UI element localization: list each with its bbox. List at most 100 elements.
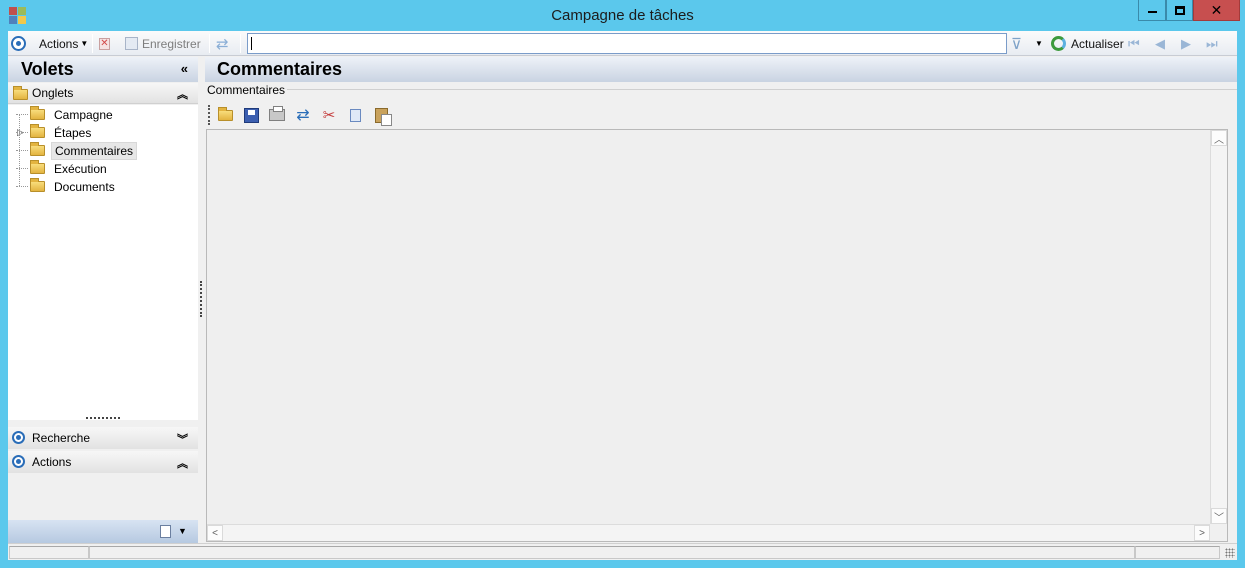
maximize-button[interactable] xyxy=(1166,0,1193,21)
refresh-icon[interactable]: ⇄ xyxy=(294,106,312,124)
maximize-icon xyxy=(1174,5,1185,15)
horizontal-scrollbar[interactable]: < > xyxy=(207,524,1210,541)
previous-icon: ◀ xyxy=(1155,35,1165,51)
collapse-section-icon[interactable]: ︽ xyxy=(177,86,188,102)
expand-section-icon[interactable]: ︾ xyxy=(177,431,188,447)
toolbar-separator xyxy=(240,34,241,53)
save-label: Enregistrer xyxy=(142,36,201,51)
resize-grip-icon[interactable] xyxy=(1225,548,1235,558)
actions-section-header[interactable]: Actions ︽ xyxy=(8,451,198,473)
page-title: Commentaires xyxy=(217,59,343,79)
scrollbar-corner xyxy=(1210,524,1227,541)
folder-icon xyxy=(30,160,45,174)
group-divider xyxy=(287,89,1237,90)
chevron-down-icon: ▼ xyxy=(80,39,89,48)
application-window: Campagne de tâches ✕ Actions ▼ ✕ Enregis… xyxy=(0,0,1245,568)
tabs-tree: Campagne ▷ Étapes Commentaires Exécution xyxy=(8,105,198,420)
group-label: Commentaires xyxy=(207,83,286,97)
minimize-icon xyxy=(1147,11,1157,13)
volets-title: Volets xyxy=(21,59,74,79)
recherche-icon xyxy=(12,431,25,444)
refresh-icon xyxy=(1051,36,1066,51)
first-record-button[interactable]: ⏮ xyxy=(1128,35,1140,52)
tree-item-execution[interactable]: Exécution xyxy=(16,160,110,177)
last-record-button[interactable]: ⏭ xyxy=(1206,35,1218,52)
folder-icon xyxy=(30,124,45,138)
status-cell xyxy=(89,546,1135,559)
toolbar-grip[interactable] xyxy=(208,105,210,125)
filter-icon: ⊽ xyxy=(1011,35,1022,53)
horizontal-splitter[interactable] xyxy=(86,417,120,419)
collapse-section-icon[interactable]: ︽ xyxy=(177,455,188,471)
status-cell xyxy=(1135,546,1220,559)
main-header: Commentaires xyxy=(205,57,1237,82)
folder-icon xyxy=(30,106,45,120)
sync-button[interactable]: ⇄ xyxy=(216,35,229,53)
editor-toolbar: ⇄ ✂ xyxy=(208,104,398,126)
title-bar[interactable]: Campagne de tâches ✕ xyxy=(0,0,1245,31)
save-icon[interactable] xyxy=(242,106,260,124)
volets-panel: Volets « Onglets ︽ Campagne ▷ Étapes Com… xyxy=(8,56,198,560)
section-label: Actions xyxy=(32,455,72,469)
actions-menu-label: Actions xyxy=(39,36,79,51)
onglets-section-header[interactable]: Onglets ︽ xyxy=(8,83,198,104)
section-label: Recherche xyxy=(32,431,91,445)
client-area: Actions ▼ ✕ Enregistrer ⇄ ⊽ ▼ Actualiser… xyxy=(8,31,1237,560)
filter-dropdown-button[interactable]: ▼ xyxy=(1035,35,1043,52)
tree-item-label: Exécution xyxy=(54,161,107,176)
tree-item-label: Commentaires xyxy=(51,141,138,160)
open-folder-icon[interactable] xyxy=(216,106,234,124)
panel-footer: ▼ xyxy=(8,520,198,544)
main-panel: Commentaires Commentaires ⇄ ✂ ︿ ﹀ < > xyxy=(205,56,1237,560)
actions-icon xyxy=(12,455,25,468)
search-input[interactable] xyxy=(247,33,1007,54)
refresh-label: Actualiser xyxy=(1071,36,1124,51)
paste-icon[interactable] xyxy=(372,106,392,126)
comments-textarea[interactable]: ︿ ﹀ < > xyxy=(206,129,1228,542)
chevron-down-icon[interactable]: ▼ xyxy=(178,526,187,536)
last-icon: ⏭ xyxy=(1206,35,1218,51)
minimize-button[interactable] xyxy=(1138,0,1166,21)
actions-menu-icon[interactable] xyxy=(11,35,26,52)
tree-item-label: Documents xyxy=(54,179,115,194)
tree-item-label: Campagne xyxy=(54,107,113,122)
tree-item-commentaires[interactable]: Commentaires xyxy=(16,141,138,160)
close-button[interactable]: ✕ xyxy=(1193,0,1240,21)
collapse-panel-button[interactable]: « xyxy=(181,61,188,76)
status-cell xyxy=(9,546,89,559)
status-bar xyxy=(8,543,1237,560)
copy-icon[interactable] xyxy=(346,106,364,124)
scroll-down-icon[interactable]: ﹀ xyxy=(1211,508,1227,524)
scroll-right-icon[interactable]: > xyxy=(1194,525,1210,541)
sync-icon: ⇄ xyxy=(216,35,229,53)
document-icon[interactable] xyxy=(160,525,171,538)
open-folder-icon xyxy=(30,142,45,156)
vertical-scrollbar[interactable]: ︿ ﹀ xyxy=(1210,130,1227,524)
refresh-button[interactable]: Actualiser xyxy=(1051,35,1124,52)
tree-item-campagne[interactable]: Campagne xyxy=(16,106,116,123)
tree-item-etapes[interactable]: Étapes xyxy=(16,124,94,141)
scroll-up-icon[interactable]: ︿ xyxy=(1211,130,1227,146)
volets-header: Volets « xyxy=(8,57,198,82)
toolbar-separator xyxy=(92,34,93,53)
folder-icon xyxy=(30,178,45,192)
scroll-left-icon[interactable]: < xyxy=(207,525,223,541)
cut-icon[interactable]: ✂ xyxy=(320,106,338,124)
chevron-down-icon: ▼ xyxy=(1035,39,1043,48)
actions-menu-button[interactable]: Actions ▼ xyxy=(39,35,88,52)
delete-button[interactable]: ✕ xyxy=(99,35,110,52)
first-icon: ⏮ xyxy=(1128,35,1140,51)
vertical-splitter[interactable] xyxy=(200,281,202,317)
delete-icon: ✕ xyxy=(99,37,110,50)
filter-button[interactable]: ⊽ xyxy=(1011,35,1022,53)
save-button[interactable]: Enregistrer xyxy=(125,35,201,52)
print-icon[interactable] xyxy=(268,106,286,124)
previous-record-button[interactable]: ◀ xyxy=(1155,35,1165,52)
save-record-icon xyxy=(125,37,138,50)
next-record-button[interactable]: ▶ xyxy=(1181,35,1191,52)
recherche-section-header[interactable]: Recherche ︾ xyxy=(8,427,198,449)
tree-item-documents[interactable]: Documents xyxy=(16,178,118,195)
tree-item-label: Étapes xyxy=(54,125,92,140)
folder-icon xyxy=(13,86,28,100)
toolbar-separator xyxy=(209,34,210,53)
